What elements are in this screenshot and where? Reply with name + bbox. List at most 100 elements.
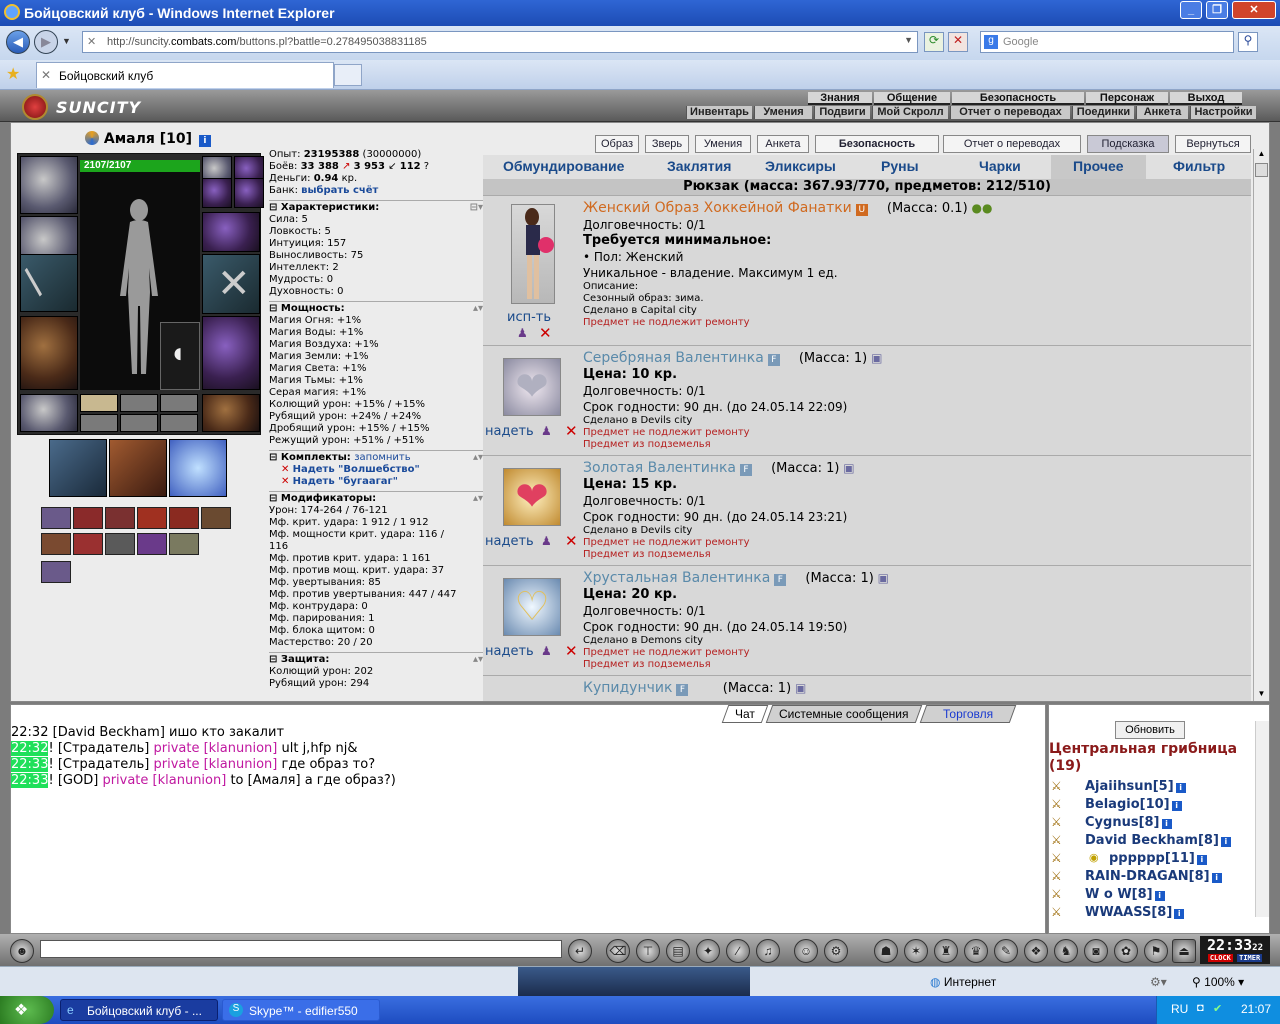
- address-bar[interactable]: ✕ http://suncity.combats.com/buttons.pl?…: [82, 31, 918, 53]
- sound-icon[interactable]: ♫: [756, 939, 780, 963]
- inventory-scrollbar[interactable]: ▲ ▼: [1253, 149, 1269, 701]
- tab-active[interactable]: ✕ Бойцовский клуб: [36, 62, 334, 88]
- user-info-icon[interactable]: i: [1161, 819, 1172, 829]
- send-icon[interactable]: ↵: [568, 939, 592, 963]
- set-2[interactable]: ✕ Надеть "бугаагаг": [269, 476, 483, 488]
- weapon-slot[interactable]: /: [15, 254, 78, 312]
- user-info-icon[interactable]: i: [1175, 783, 1186, 793]
- save-icon[interactable]: ▤: [666, 939, 690, 963]
- user-info-icon[interactable]: i: [1154, 891, 1165, 901]
- chat-settings-icon[interactable]: ☻: [10, 939, 34, 963]
- tab-trade[interactable]: Торговля: [919, 705, 1017, 723]
- info-icon[interactable]: i: [198, 135, 211, 147]
- scroll-slot-3[interactable]: [160, 394, 198, 412]
- drop-item-icon[interactable]: ✕: [565, 642, 578, 660]
- submenu-transfers[interactable]: Отчет о переводах: [950, 106, 1070, 119]
- bank-link[interactable]: выбрать счёт: [301, 185, 378, 196]
- transfer-report-button[interactable]: Отчет о переводах: [943, 135, 1081, 153]
- wear-item-link[interactable]: надеть: [485, 534, 534, 549]
- quest-icon-9[interactable]: ✿: [1114, 939, 1138, 963]
- message-private[interactable]: private [klanunion]: [153, 741, 277, 756]
- online-scrollbar[interactable]: [1255, 721, 1269, 917]
- stop-icon[interactable]: ✕: [948, 32, 968, 52]
- refresh-icon[interactable]: ⟳: [924, 32, 944, 52]
- history-dropdown-icon[interactable]: ▼: [62, 36, 71, 46]
- user-info-icon[interactable]: i: [1211, 873, 1222, 883]
- gloves-slot[interactable]: [202, 212, 260, 252]
- tab-other[interactable]: Прочее: [1051, 155, 1146, 179]
- user-info-icon[interactable]: i: [1196, 855, 1207, 865]
- tab-elixirs[interactable]: Эликсиры: [765, 158, 836, 174]
- wear-item-link[interactable]: надеть: [485, 424, 534, 439]
- tab-runes[interactable]: Руны: [881, 158, 919, 174]
- exit-icon[interactable]: ⏏: [1172, 939, 1196, 963]
- scroll-slot-2[interactable]: [120, 394, 158, 412]
- submenu-skills[interactable]: Умения: [754, 106, 812, 119]
- online-user[interactable]: David Beckham[8] i: [1085, 833, 1231, 848]
- tray-network-icon[interactable]: ◘: [1197, 1002, 1204, 1014]
- user-name[interactable]: Cygnus[8]: [1085, 815, 1160, 830]
- item-name[interactable]: Купидунчик: [583, 680, 672, 696]
- favorites-star-icon[interactable]: ★: [6, 64, 20, 84]
- message-nick[interactable]: Страдатель: [63, 757, 144, 772]
- quest-icon-3[interactable]: ♜: [934, 939, 958, 963]
- user-action-icon[interactable]: ⚔: [1051, 851, 1073, 865]
- return-button[interactable]: Вернуться: [1175, 135, 1251, 153]
- bag-slot-7[interactable]: [41, 533, 71, 555]
- quest-icon-10[interactable]: ⚑: [1144, 939, 1168, 963]
- user-action-icon[interactable]: ⚔: [1051, 905, 1073, 919]
- user-name[interactable]: David Beckham[8]: [1085, 833, 1219, 848]
- sets-header[interactable]: ⊟ Комплекты: запомнить ▴▾: [269, 450, 483, 464]
- user-action-icon[interactable]: ⚔: [1051, 797, 1073, 811]
- speed-icon[interactable]: ⚙: [824, 939, 848, 963]
- hint-button[interactable]: Подсказка: [1087, 135, 1169, 153]
- smile-icon[interactable]: ☺: [794, 939, 818, 963]
- submenu-deeds[interactable]: Подвиги: [814, 106, 870, 119]
- dress-icon[interactable]: ♟: [541, 424, 552, 438]
- bag-slot-9[interactable]: [105, 533, 135, 555]
- pants-slot[interactable]: [202, 316, 260, 390]
- message-nick[interactable]: Страдатель: [63, 741, 144, 756]
- modifiers-header[interactable]: ⊟ Модификаторы: ▴▾: [269, 491, 483, 505]
- quest-icon-8[interactable]: ◙: [1084, 939, 1108, 963]
- submenu-inventory[interactable]: Инвентарь: [686, 106, 752, 119]
- online-user[interactable]: Ajaiihsun[5] i: [1085, 779, 1186, 794]
- remember-set-link[interactable]: запомнить: [354, 452, 410, 463]
- power-header[interactable]: ⊟ Мощность: ▴▾: [269, 301, 483, 315]
- dress-icon[interactable]: ♟: [541, 644, 552, 658]
- ring-slot-4[interactable]: [234, 178, 264, 208]
- defense-header[interactable]: ⊟ Защита: ▴▾: [269, 652, 483, 666]
- bag-slot-8[interactable]: [73, 533, 103, 555]
- submenu-settings[interactable]: Настройки: [1190, 106, 1256, 119]
- scroll-thumb[interactable]: [1255, 163, 1268, 177]
- user-action-icon[interactable]: ⚔: [1051, 833, 1073, 847]
- quest-icon-7[interactable]: ♞: [1054, 939, 1078, 963]
- bag-slot-5[interactable]: [169, 507, 199, 529]
- tab-charms[interactable]: Чарки: [979, 158, 1021, 174]
- bag-slot-4[interactable]: [137, 507, 167, 529]
- drop-item-icon[interactable]: ✕: [539, 324, 552, 342]
- user-name[interactable]: Ajaiihsun[5]: [1085, 779, 1174, 794]
- online-user[interactable]: Belagio[10] i: [1085, 797, 1182, 812]
- image-button[interactable]: Образ: [595, 135, 639, 153]
- user-action-icon[interactable]: ⚔: [1051, 869, 1073, 883]
- tray-security-icon[interactable]: ✔: [1213, 1002, 1222, 1015]
- online-user[interactable]: pppppp[11] i: [1109, 851, 1207, 866]
- user-info-icon[interactable]: i: [1174, 909, 1185, 919]
- tab-equipment[interactable]: Обмундирование: [503, 158, 624, 174]
- online-user[interactable]: Cygnus[8] i: [1085, 815, 1172, 830]
- set-2-link[interactable]: Надеть "бугаагаг": [293, 476, 398, 487]
- item-name[interactable]: Женский Образ Хоккейной Фанатки: [583, 200, 852, 216]
- message-private[interactable]: private [klanunion]: [153, 757, 277, 772]
- user-info-icon[interactable]: i: [1171, 801, 1182, 811]
- new-tab-button[interactable]: [334, 64, 362, 86]
- belt-item-2[interactable]: [109, 439, 167, 497]
- scroll-slot-6[interactable]: [160, 414, 198, 432]
- pet-owl[interactable]: ◖: [160, 322, 200, 390]
- submenu-fights[interactable]: Поединки: [1072, 106, 1134, 119]
- quest-icon-1[interactable]: ☗: [874, 939, 898, 963]
- zoom-control[interactable]: ⚲ 100% ▾: [1192, 975, 1244, 989]
- quest-icon-5[interactable]: ✎: [994, 939, 1018, 963]
- search-input[interactable]: g Google: [980, 31, 1234, 53]
- scroll-up-icon[interactable]: ▲: [1255, 149, 1268, 161]
